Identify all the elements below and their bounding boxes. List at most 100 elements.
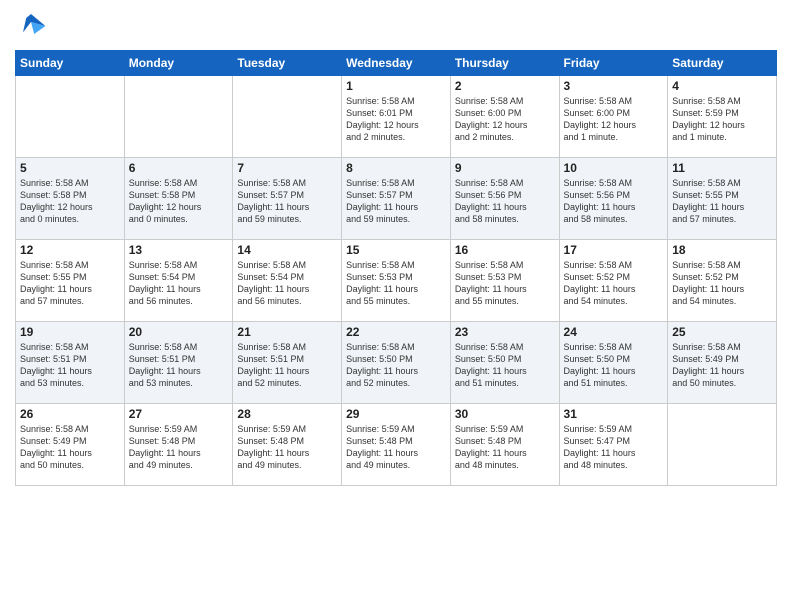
day-number: 12 (20, 243, 120, 257)
calendar-cell: 19 Sunrise: 5:58 AM Sunset: 5:51 PM Dayli… (16, 322, 125, 404)
calendar-cell: 14 Sunrise: 5:58 AM Sunset: 5:54 PM Dayli… (233, 240, 342, 322)
day-info: Sunrise: 5:58 AM Sunset: 5:57 PM Dayligh… (237, 177, 337, 226)
day-number: 26 (20, 407, 120, 421)
logo-icon (15, 10, 47, 42)
day-info: Sunrise: 5:58 AM Sunset: 5:50 PM Dayligh… (564, 341, 664, 390)
calendar-cell: 16Sunrise: 5:58 AM Sunset: 5:53 PM Dayli… (450, 240, 559, 322)
day-info: Sunrise: 5:58 AM Sunset: 5:58 PM Dayligh… (129, 177, 229, 226)
day-info: Sunrise: 5:58 AM Sunset: 5:50 PM Dayligh… (455, 341, 555, 390)
calendar-cell: 5 Sunrise: 5:58 AM Sunset: 5:58 PM Daylig… (16, 158, 125, 240)
day-number: 8 (346, 161, 446, 175)
day-info: Sunrise: 5:58 AM Sunset: 6:01 PM Dayligh… (346, 95, 446, 144)
day-number: 23 (455, 325, 555, 339)
day-number: 11 (672, 161, 772, 175)
calendar-cell: 20 Sunrise: 5:58 AM Sunset: 5:51 PM Dayli… (124, 322, 233, 404)
weekday-header-row: SundayMondayTuesdayWednesdayThursdayFrid… (16, 51, 777, 76)
calendar-cell: 12 Sunrise: 5:58 AM Sunset: 5:55 PM Dayli… (16, 240, 125, 322)
day-info: Sunrise: 5:58 AM Sunset: 5:57 PM Dayligh… (346, 177, 446, 226)
calendar-cell: 8 Sunrise: 5:58 AM Sunset: 5:57 PM Daylig… (342, 158, 451, 240)
day-info: Sunrise: 5:58 AM Sunset: 5:52 PM Dayligh… (672, 259, 772, 308)
day-info: Sunrise: 5:58 AM Sunset: 5:56 PM Dayligh… (455, 177, 555, 226)
calendar-cell: 10 Sunrise: 5:58 AM Sunset: 5:56 PM Dayli… (559, 158, 668, 240)
calendar-cell (16, 76, 125, 158)
weekday-header-sunday: Sunday (16, 51, 125, 76)
logo (15, 10, 51, 42)
calendar-cell: 26 Sunrise: 5:58 AM Sunset: 5:49 PM Dayli… (16, 404, 125, 486)
day-info: Sunrise: 5:59 AM Sunset: 5:48 PM Dayligh… (455, 423, 555, 472)
day-number: 20 (129, 325, 229, 339)
page: SundayMondayTuesdayWednesdayThursdayFrid… (0, 0, 792, 612)
day-number: 25 (672, 325, 772, 339)
calendar-cell: 25Sunrise: 5:58 AM Sunset: 5:49 PM Dayli… (668, 322, 777, 404)
day-number: 4 (672, 79, 772, 93)
day-number: 22 (346, 325, 446, 339)
weekday-header-saturday: Saturday (668, 51, 777, 76)
day-info: Sunrise: 5:58 AM Sunset: 5:59 PM Dayligh… (672, 95, 772, 144)
calendar-cell: 22 Sunrise: 5:58 AM Sunset: 5:50 PM Dayli… (342, 322, 451, 404)
day-number: 21 (237, 325, 337, 339)
calendar-cell: 13Sunrise: 5:58 AM Sunset: 5:54 PM Dayli… (124, 240, 233, 322)
calendar-cell: 28Sunrise: 5:59 AM Sunset: 5:48 PM Dayli… (233, 404, 342, 486)
weekday-header-friday: Friday (559, 51, 668, 76)
calendar-cell: 23 Sunrise: 5:58 AM Sunset: 5:50 PM Dayli… (450, 322, 559, 404)
calendar-table: SundayMondayTuesdayWednesdayThursdayFrid… (15, 50, 777, 486)
weekday-header-wednesday: Wednesday (342, 51, 451, 76)
day-info: Sunrise: 5:58 AM Sunset: 5:53 PM Dayligh… (346, 259, 446, 308)
day-number: 9 (455, 161, 555, 175)
calendar-cell: 30 Sunrise: 5:59 AM Sunset: 5:48 PM Dayli… (450, 404, 559, 486)
day-number: 16 (455, 243, 555, 257)
day-info: Sunrise: 5:58 AM Sunset: 5:55 PM Dayligh… (672, 177, 772, 226)
calendar-cell: 21 Sunrise: 5:58 AM Sunset: 5:51 PM Dayli… (233, 322, 342, 404)
day-info: Sunrise: 5:58 AM Sunset: 5:58 PM Dayligh… (20, 177, 120, 226)
day-info: Sunrise: 5:58 AM Sunset: 5:51 PM Dayligh… (129, 341, 229, 390)
day-number: 10 (564, 161, 664, 175)
day-info: Sunrise: 5:58 AM Sunset: 5:54 PM Dayligh… (237, 259, 337, 308)
calendar-cell: 15Sunrise: 5:58 AM Sunset: 5:53 PM Dayli… (342, 240, 451, 322)
week-row-5: 26 Sunrise: 5:58 AM Sunset: 5:49 PM Dayli… (16, 404, 777, 486)
week-row-2: 5 Sunrise: 5:58 AM Sunset: 5:58 PM Daylig… (16, 158, 777, 240)
day-number: 27 (129, 407, 229, 421)
calendar-cell: 1 Sunrise: 5:58 AM Sunset: 6:01 PM Daylig… (342, 76, 451, 158)
weekday-header-monday: Monday (124, 51, 233, 76)
day-number: 18 (672, 243, 772, 257)
calendar-cell: 6 Sunrise: 5:58 AM Sunset: 5:58 PM Daylig… (124, 158, 233, 240)
day-info: Sunrise: 5:59 AM Sunset: 5:48 PM Dayligh… (346, 423, 446, 472)
calendar-cell (233, 76, 342, 158)
day-number: 19 (20, 325, 120, 339)
day-info: Sunrise: 5:58 AM Sunset: 5:51 PM Dayligh… (237, 341, 337, 390)
day-number: 28 (237, 407, 337, 421)
week-row-3: 12 Sunrise: 5:58 AM Sunset: 5:55 PM Dayli… (16, 240, 777, 322)
day-info: Sunrise: 5:58 AM Sunset: 6:00 PM Dayligh… (564, 95, 664, 144)
calendar-cell: 31Sunrise: 5:59 AM Sunset: 5:47 PM Dayli… (559, 404, 668, 486)
day-number: 30 (455, 407, 555, 421)
day-info: Sunrise: 5:58 AM Sunset: 5:51 PM Dayligh… (20, 341, 120, 390)
day-info: Sunrise: 5:59 AM Sunset: 5:48 PM Dayligh… (129, 423, 229, 472)
day-number: 1 (346, 79, 446, 93)
day-number: 17 (564, 243, 664, 257)
calendar-cell: 27 Sunrise: 5:59 AM Sunset: 5:48 PM Dayli… (124, 404, 233, 486)
week-row-4: 19 Sunrise: 5:58 AM Sunset: 5:51 PM Dayli… (16, 322, 777, 404)
day-info: Sunrise: 5:59 AM Sunset: 5:47 PM Dayligh… (564, 423, 664, 472)
day-number: 7 (237, 161, 337, 175)
day-number: 14 (237, 243, 337, 257)
day-number: 6 (129, 161, 229, 175)
day-info: Sunrise: 5:58 AM Sunset: 5:55 PM Dayligh… (20, 259, 120, 308)
calendar-cell: 3 Sunrise: 5:58 AM Sunset: 6:00 PM Daylig… (559, 76, 668, 158)
day-number: 24 (564, 325, 664, 339)
weekday-header-thursday: Thursday (450, 51, 559, 76)
day-number: 2 (455, 79, 555, 93)
day-number: 3 (564, 79, 664, 93)
day-info: Sunrise: 5:58 AM Sunset: 5:56 PM Dayligh… (564, 177, 664, 226)
week-row-1: 1 Sunrise: 5:58 AM Sunset: 6:01 PM Daylig… (16, 76, 777, 158)
day-number: 5 (20, 161, 120, 175)
calendar-cell: 11 Sunrise: 5:58 AM Sunset: 5:55 PM Dayli… (668, 158, 777, 240)
weekday-header-tuesday: Tuesday (233, 51, 342, 76)
calendar-cell: 24 Sunrise: 5:58 AM Sunset: 5:50 PM Dayli… (559, 322, 668, 404)
day-info: Sunrise: 5:58 AM Sunset: 5:52 PM Dayligh… (564, 259, 664, 308)
day-info: Sunrise: 5:58 AM Sunset: 6:00 PM Dayligh… (455, 95, 555, 144)
calendar-cell: 2 Sunrise: 5:58 AM Sunset: 6:00 PM Daylig… (450, 76, 559, 158)
day-info: Sunrise: 5:58 AM Sunset: 5:49 PM Dayligh… (20, 423, 120, 472)
day-info: Sunrise: 5:58 AM Sunset: 5:50 PM Dayligh… (346, 341, 446, 390)
calendar-cell: 17 Sunrise: 5:58 AM Sunset: 5:52 PM Dayli… (559, 240, 668, 322)
calendar-cell: 29Sunrise: 5:59 AM Sunset: 5:48 PM Dayli… (342, 404, 451, 486)
